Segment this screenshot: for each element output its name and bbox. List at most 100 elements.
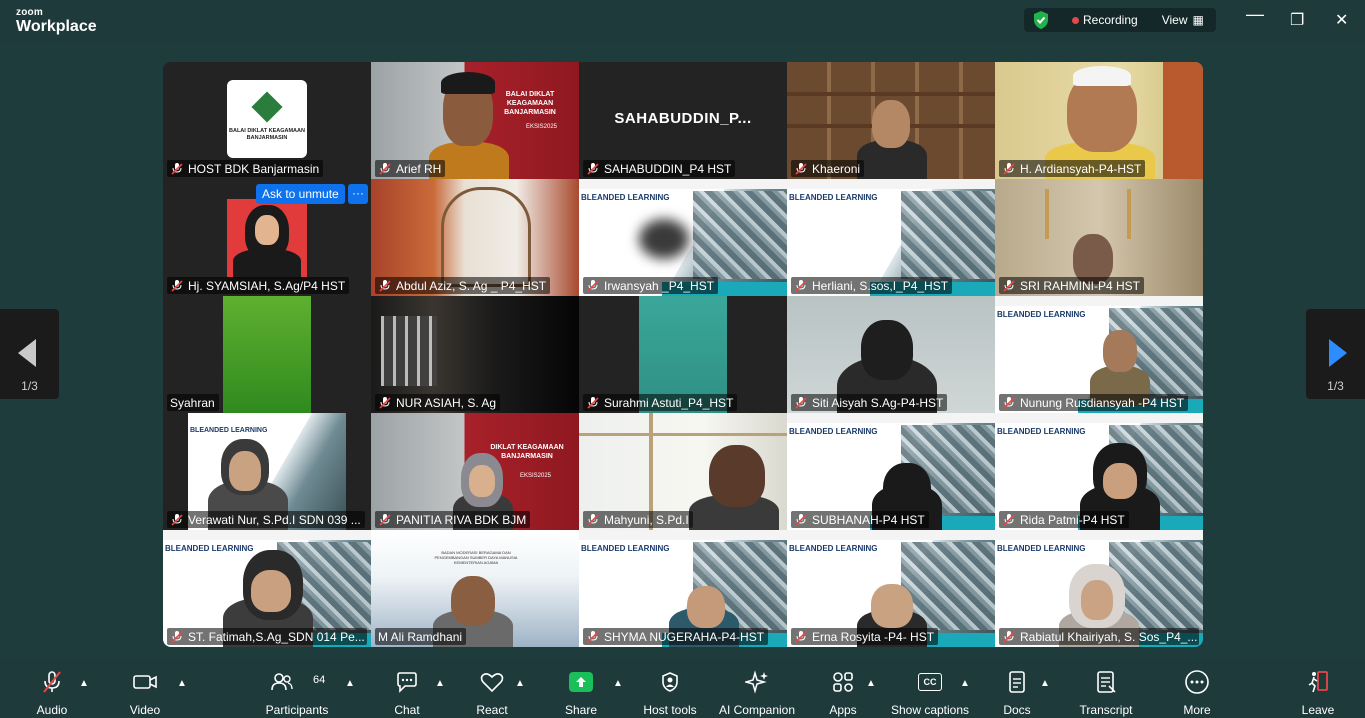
ask-to-unmute-button[interactable]: Ask to unmute: [256, 184, 345, 204]
video-tile[interactable]: BLEANDED LEARNING Erna Rosyita -P4- HST: [787, 530, 995, 647]
meeting-status-bar: Recording View ▦: [1024, 8, 1216, 32]
arrow-left-icon: [18, 339, 36, 367]
minimize-icon[interactable]: —: [1246, 4, 1264, 25]
share-options-chevron-icon[interactable]: ▲: [613, 678, 623, 689]
apps-label: Apps: [829, 703, 857, 717]
leave-label: Leave: [1301, 703, 1335, 717]
shield-icon[interactable]: [1032, 10, 1050, 30]
view-button[interactable]: View ▦: [1162, 13, 1204, 27]
share-button[interactable]: Share: [561, 660, 601, 718]
title-bar: zoom Workplace Recording View ▦ — ❐ ✕: [0, 0, 1365, 42]
gallery-view: BALAI DIKLAT KEAGAMAAN BANJARMASIN HOST …: [163, 62, 1203, 647]
sparkle-icon: [744, 670, 770, 694]
video-tile[interactable]: BLEANDED LEARNING SUBHANAH-P4 HST: [787, 413, 995, 530]
muted-mic-icon: [1003, 630, 1015, 643]
muted-mic-icon: [587, 162, 599, 175]
show-captions-label: Show captions: [890, 703, 970, 717]
video-tile[interactable]: Khaeroni: [787, 62, 995, 179]
video-tile[interactable]: Abdul Aziz, S. Ag _ P4_HST: [371, 179, 579, 296]
participants-icon: [269, 670, 295, 694]
participant-name: Nunung Rusdiansyah -P4 HST: [999, 394, 1189, 411]
participants-options-chevron-icon[interactable]: ▲: [345, 678, 355, 689]
video-tile[interactable]: Ask to unmute ··· Hj. SYAMSIAH, S.Ag/P4 …: [163, 179, 371, 296]
participants-count: 64: [313, 674, 326, 686]
participant-name: Rida Patmi-P4 HST: [999, 511, 1129, 528]
transcript-button[interactable]: Transcript: [1076, 660, 1136, 718]
audio-options-chevron-icon[interactable]: ▲: [79, 678, 89, 689]
video-tile[interactable]: BLEANDED LEARNING SHYMA NUGERAHA-P4-HST: [579, 530, 787, 647]
share-label: Share: [564, 703, 598, 717]
video-options-chevron-icon[interactable]: ▲: [177, 678, 187, 689]
video-button[interactable]: Video: [125, 660, 165, 718]
participant-name: Erna Rosyita -P4- HST: [791, 628, 939, 645]
muted-mic-icon: [587, 396, 599, 409]
participant-name: NUR ASIAH, S. Ag: [375, 394, 501, 411]
video-tile[interactable]: BLEANDED LEARNING Rida Patmi-P4 HST: [995, 413, 1203, 530]
audio-button[interactable]: Audio: [32, 660, 72, 718]
video-tile[interactable]: BALAI DIKLAT KEAGAMAAN BANJARMASIN HOST …: [163, 62, 371, 179]
video-tile[interactable]: Surahmi Astuti_P4_HST: [579, 296, 787, 413]
muted-mic-icon: [795, 396, 807, 409]
video-tile[interactable]: BALAI DIKLAT KEAGAMAAN BANJARMASIN EKSIS…: [371, 62, 579, 179]
muted-mic-icon: [1003, 162, 1015, 175]
docs-options-chevron-icon[interactable]: ▲: [1040, 678, 1050, 689]
previous-page-button[interactable]: 1/3: [0, 309, 59, 399]
react-button[interactable]: React: [472, 660, 512, 718]
video-tile[interactable]: NUR ASIAH, S. Ag: [371, 296, 579, 413]
video-tile[interactable]: BLEANDED LEARNING Verawati Nur, S.Pd.I S…: [163, 413, 371, 530]
video-tile[interactable]: Siti Aisyah S.Ag-P4-HST: [787, 296, 995, 413]
muted-mic-icon: [587, 279, 599, 292]
apps-options-chevron-icon[interactable]: ▲: [866, 678, 876, 689]
apps-icon: [830, 670, 856, 694]
close-icon[interactable]: ✕: [1335, 10, 1348, 30]
muted-mic-icon: [39, 670, 65, 694]
video-tile[interactable]: SAHABUDDIN_P... SAHABUDDIN_P4 HST: [579, 62, 787, 179]
slide-title: BLEANDED LEARNING: [190, 427, 268, 434]
video-tile[interactable]: H. Ardiansyah-P4-HST: [995, 62, 1203, 179]
more-options-button[interactable]: ···: [348, 184, 368, 204]
video-tile[interactable]: Mahyuni, S.Pd.I: [579, 413, 787, 530]
video-tile[interactable]: BLEANDED LEARNING ST. Fatimah,S.Ag_SDN 0…: [163, 530, 371, 647]
transcript-icon: [1093, 670, 1119, 694]
slide-title: BLEANDED LEARNING: [789, 427, 878, 436]
video-tile[interactable]: BLEANDED LEARNING Irwansyah _P4_HST: [579, 179, 787, 296]
recording-label[interactable]: Recording: [1083, 13, 1138, 27]
muted-mic-icon: [171, 279, 183, 292]
slide-title: BADAN MODERASI BERAGAMA DAN PENGEMBANGAN…: [434, 550, 518, 565]
chat-button[interactable]: Chat: [387, 660, 427, 718]
document-icon: [1004, 670, 1030, 694]
muted-mic-icon: [795, 279, 807, 292]
host-tools-button[interactable]: Host tools: [640, 660, 700, 718]
participants-button[interactable]: Participants: [262, 660, 332, 718]
chat-options-chevron-icon[interactable]: ▲: [435, 678, 445, 689]
leave-button[interactable]: Leave: [1298, 660, 1338, 718]
next-page-button[interactable]: 1/3: [1306, 309, 1365, 399]
participant-name: PANITIA RIVA BDK BJM: [375, 511, 531, 528]
more-dots-icon: [1184, 670, 1210, 694]
muted-mic-icon: [1003, 513, 1015, 526]
video-tile[interactable]: BLEANDED LEARNING Herliani, S.sos,I_P4_H…: [787, 179, 995, 296]
muted-mic-icon: [1003, 396, 1015, 409]
zoom-workplace-logo: zoom Workplace: [16, 8, 97, 35]
arrow-right-icon: [1329, 339, 1347, 367]
restore-icon[interactable]: ❐: [1290, 10, 1304, 30]
more-button[interactable]: More: [1177, 660, 1217, 718]
slide-title: BLEANDED LEARNING: [581, 193, 670, 202]
slide-subtitle: EKSIS2025: [525, 124, 557, 130]
video-tile-active-speaker[interactable]: BADAN MODERASI BERAGAMA DAN PENGEMBANGAN…: [371, 530, 579, 647]
react-label: React: [476, 703, 508, 717]
captions-options-chevron-icon[interactable]: ▲: [960, 678, 970, 689]
video-tile[interactable]: BLEANDED LEARNING Rabiatul Khairiyah, S.…: [995, 530, 1203, 647]
show-captions-button[interactable]: CC Show captions: [888, 660, 972, 718]
react-options-chevron-icon[interactable]: ▲: [515, 678, 525, 689]
video-tile[interactable]: Syahran: [163, 296, 371, 413]
slide-title: BLEANDED LEARNING: [789, 544, 878, 553]
apps-button[interactable]: Apps: [823, 660, 863, 718]
video-tile[interactable]: SRI RAHMINI-P4 HST: [995, 179, 1203, 296]
docs-button[interactable]: Docs: [997, 660, 1037, 718]
muted-mic-icon: [587, 630, 599, 643]
ai-companion-button[interactable]: AI Companion: [715, 660, 799, 718]
video-tile[interactable]: DIKLAT KEAGAMAAN BANJARMASIN EKSIS2025 P…: [371, 413, 579, 530]
video-tile[interactable]: BLEANDED LEARNING Nunung Rusdiansyah -P4…: [995, 296, 1203, 413]
participant-name: Rabiatul Khairiyah, S. Sos_P4_...: [999, 628, 1199, 645]
